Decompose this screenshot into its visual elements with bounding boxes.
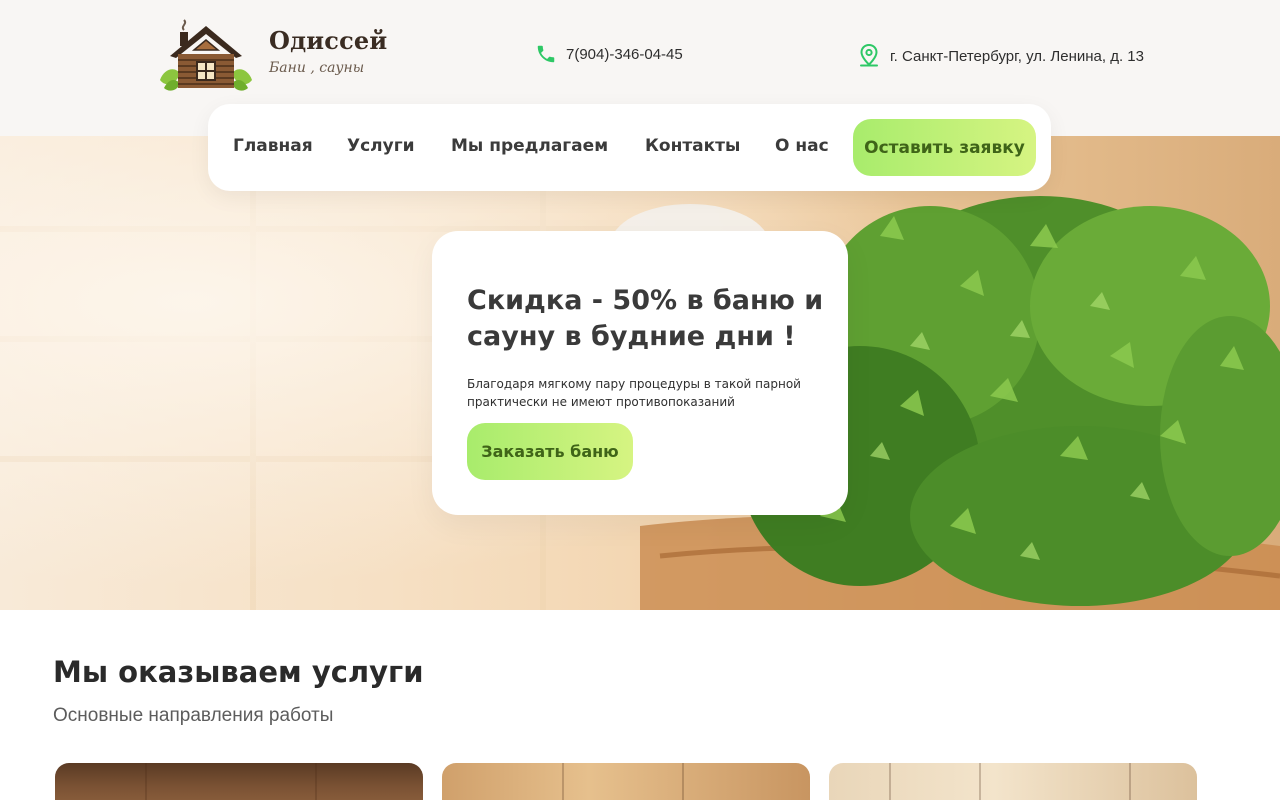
leave-request-button[interactable]: Оставить заявку	[853, 119, 1036, 176]
promo-card: Скидка - 50% в баню и сауну в будние дни…	[432, 231, 848, 515]
brand-name: Одиссей	[269, 26, 388, 55]
nav-item-offers[interactable]: Мы предлагаем	[451, 136, 608, 156]
order-bath-button[interactable]: Заказать баню	[467, 423, 633, 480]
promo-text: Благодаря мягкому пару процедуры в такой…	[467, 377, 801, 409]
nav-item-home[interactable]: Главная	[233, 136, 313, 156]
nav-item-contacts[interactable]: Контакты	[645, 136, 740, 156]
promo-title: Скидка - 50% в баню и сауну в будние дни…	[467, 285, 824, 352]
service-card[interactable]	[829, 763, 1197, 800]
logo[interactable]: Одиссей Бани , сауны	[156, 18, 387, 92]
phone-number[interactable]: 7(904)-346-04-45	[566, 46, 683, 63]
nav-item-about[interactable]: О нас	[775, 136, 829, 156]
location-pin-icon	[857, 43, 881, 69]
services-subtitle: Основные направления работы	[53, 705, 334, 726]
phone-icon	[535, 43, 557, 65]
main-nav: Главная Услуги Мы предлагаем Контакты О …	[208, 104, 1051, 191]
nav-item-services[interactable]: Услуги	[347, 136, 415, 156]
log-cabin-icon	[160, 19, 252, 91]
service-card[interactable]	[55, 763, 423, 800]
brand-tagline: Бани , сауны	[269, 60, 365, 76]
address-text: г. Санкт-Петербург, ул. Ленина, д. 13	[890, 47, 1144, 65]
phone-contact[interactable]: 7(904)-346-04-45	[535, 43, 683, 65]
address-contact: г. Санкт-Петербург, ул. Ленина, д. 13	[857, 43, 1144, 69]
service-card[interactable]	[442, 763, 810, 800]
services-title: Мы оказываем услуги	[53, 655, 424, 689]
